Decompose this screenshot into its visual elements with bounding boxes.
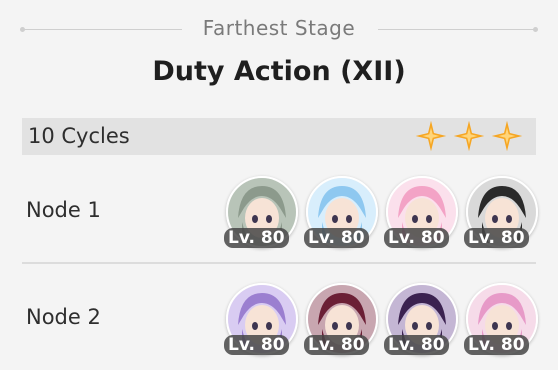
stage-subtitle: Farthest Stage xyxy=(202,16,356,40)
node-row-2: Node 2 Lv. 80 Lv. 80 Lv. 80 Lv. 80 xyxy=(22,277,538,357)
level-badge: Lv. 80 xyxy=(224,228,289,248)
cycles-label: 10 Cycles xyxy=(28,124,130,148)
star-icon xyxy=(491,120,523,152)
level-badge: Lv. 80 xyxy=(224,335,289,355)
node-1-team: Lv. 80 Lv. 80 Lv. 80 Lv. 80 xyxy=(224,176,538,250)
level-badge: Lv. 80 xyxy=(464,335,529,355)
star-rating xyxy=(414,119,524,154)
node-divider xyxy=(22,262,536,264)
level-badge: Lv. 80 xyxy=(304,228,369,248)
node-2-team: Lv. 80 Lv. 80 Lv. 80 Lv. 80 xyxy=(224,283,538,357)
level-badge: Lv. 80 xyxy=(304,335,369,355)
star-icon xyxy=(415,120,447,152)
node-label: Node 1 xyxy=(26,198,101,222)
node-row-1: Node 1 Lv. 80 Lv. 80 Lv. 80 Lv. 80 xyxy=(22,170,538,250)
stage-title: Duty Action (XII) xyxy=(152,56,406,87)
cycles-bar: 10 Cycles xyxy=(22,118,536,155)
level-badge: Lv. 80 xyxy=(384,335,449,355)
level-badge: Lv. 80 xyxy=(464,228,529,248)
star-icon xyxy=(453,120,485,152)
node-label: Node 2 xyxy=(26,305,101,329)
level-badge: Lv. 80 xyxy=(384,228,449,248)
